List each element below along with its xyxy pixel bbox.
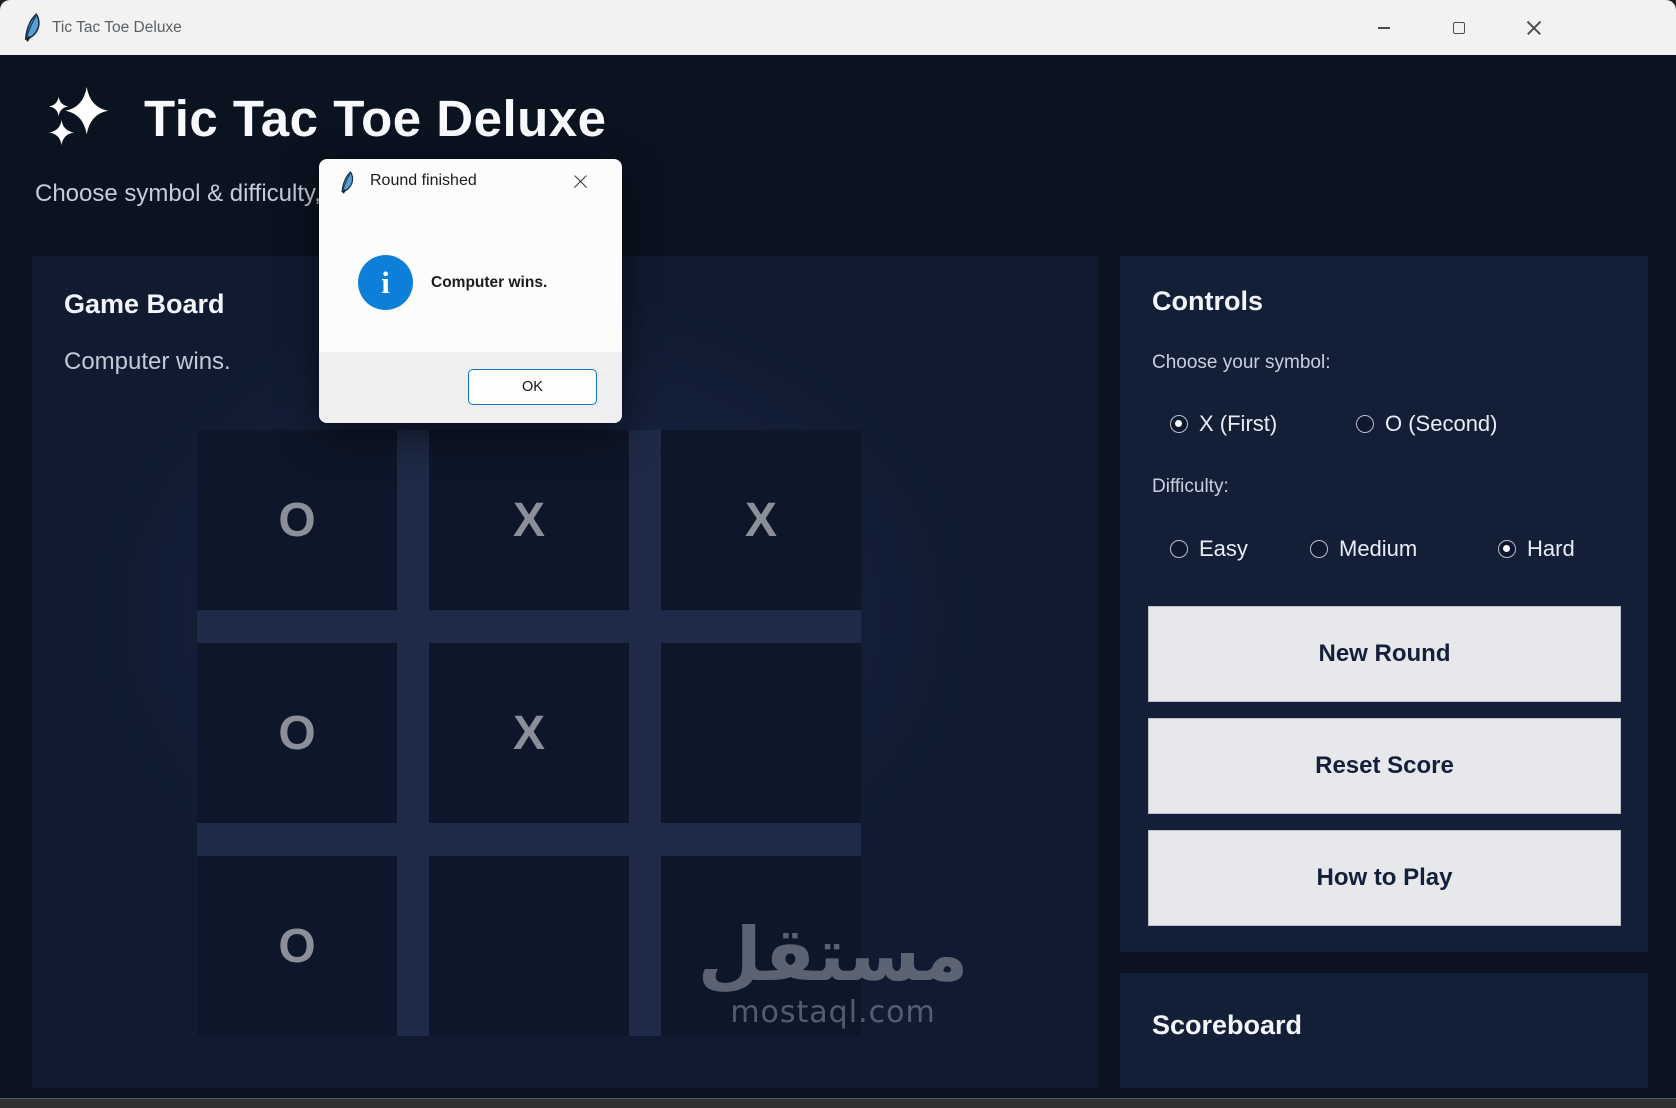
board-cell-5[interactable] — [661, 643, 861, 823]
maximize-icon — [1453, 21, 1465, 34]
minimize-button[interactable] — [1361, 10, 1407, 45]
controls-heading: Controls — [1152, 286, 1263, 316]
board-cell-7[interactable] — [429, 856, 629, 1036]
board-cell-2[interactable]: X — [661, 430, 861, 610]
watermark: مستقل mostaql.com — [663, 912, 1003, 1030]
radio-x-first-label: X (First) — [1199, 411, 1278, 436]
board-cell-3[interactable]: O — [197, 643, 397, 823]
close-icon — [1526, 20, 1542, 36]
scoreboard-panel: Scoreboard — [1120, 973, 1648, 1088]
difficulty-group-label: Difficulty: — [1152, 476, 1229, 497]
radio-option-hard[interactable]: Hard — [1498, 536, 1575, 562]
radio-option-easy[interactable]: Easy — [1170, 536, 1248, 562]
radio-option-x-first[interactable]: X (First) — [1170, 411, 1277, 437]
radio-medium-icon — [1310, 540, 1328, 558]
watermark-latin: mostaql.com — [730, 994, 936, 1030]
radio-hard-label: Hard — [1527, 536, 1575, 561]
reset-score-button[interactable]: Reset Score — [1148, 718, 1621, 814]
dialog-title: Round finished — [370, 172, 477, 189]
board-cell-0[interactable]: O — [197, 430, 397, 610]
app-content: Tic Tac Toe Deluxe Choose symbol & diffi… — [0, 55, 1676, 1098]
scoreboard-heading: Scoreboard — [1152, 1010, 1303, 1040]
radio-x-first-icon — [1170, 415, 1188, 433]
new-round-button[interactable]: New Round — [1148, 606, 1621, 702]
watermark-arabic: مستقل — [697, 912, 969, 998]
round-finished-dialog: Round finished i Computer wins. OK — [319, 159, 622, 423]
controls-panel: Controls Choose your symbol: X (First) O… — [1120, 256, 1648, 952]
radio-option-o-second[interactable]: O (Second) — [1356, 411, 1498, 437]
board-cell-1[interactable]: X — [429, 430, 629, 610]
dialog-titlebar: Round finished — [319, 159, 622, 205]
window-title: Tic Tac Toe Deluxe — [52, 19, 182, 36]
maximize-button[interactable] — [1436, 10, 1482, 45]
symbol-group-label: Choose your symbol: — [1152, 352, 1331, 373]
page-title: Tic Tac Toe Deluxe — [144, 90, 607, 147]
info-icon: i — [358, 255, 413, 310]
dialog-footer: OK — [319, 352, 622, 423]
dialog-feather-icon — [341, 171, 354, 194]
radio-hard-icon — [1498, 540, 1516, 558]
ok-button[interactable]: OK — [468, 369, 597, 405]
dialog-close-button[interactable] — [568, 170, 592, 194]
radio-easy-label: Easy — [1199, 536, 1248, 561]
desktop-edge-strip — [0, 1098, 1676, 1108]
radio-easy-icon — [1170, 540, 1188, 558]
close-button[interactable] — [1511, 10, 1557, 45]
sparkles-icon — [48, 87, 109, 146]
radio-o-second-icon — [1356, 415, 1374, 433]
window-titlebar: Tic Tac Toe Deluxe — [0, 0, 1676, 55]
minimize-icon — [1378, 26, 1390, 29]
dialog-close-icon — [573, 175, 588, 190]
radio-medium-label: Medium — [1339, 536, 1418, 561]
board-heading: Game Board — [64, 289, 225, 319]
board-cell-4[interactable]: X — [429, 643, 629, 823]
how-to-play-button[interactable]: How to Play — [1148, 830, 1621, 926]
radio-o-second-label: O (Second) — [1385, 411, 1498, 436]
feather-app-icon — [24, 13, 40, 42]
dialog-message: Computer wins. — [431, 273, 548, 291]
board-status: Computer wins. — [64, 348, 231, 375]
board-cell-6[interactable]: O — [197, 856, 397, 1036]
radio-option-medium[interactable]: Medium — [1310, 536, 1417, 562]
app-window: Tic Tac Toe Deluxe Tic Tac Toe Deluxe Ch… — [0, 0, 1676, 1108]
